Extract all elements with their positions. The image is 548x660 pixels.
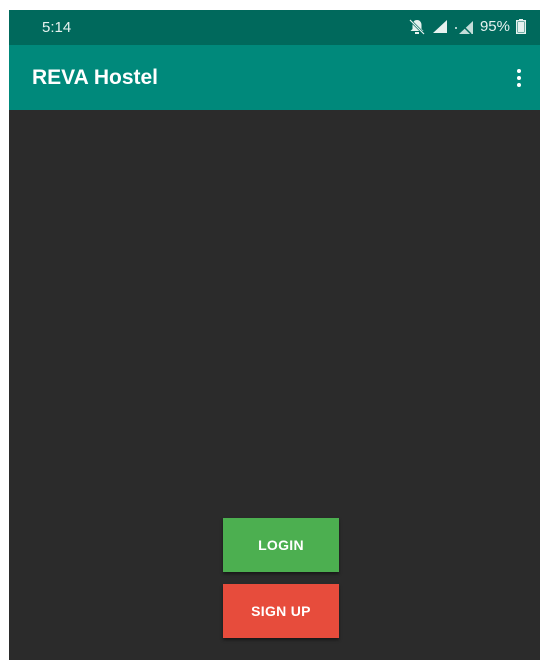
battery-icon bbox=[516, 19, 526, 34]
signal-icon bbox=[432, 19, 448, 34]
login-button[interactable]: LOGIN bbox=[223, 518, 339, 572]
notifications-off-icon bbox=[408, 18, 426, 35]
app-title: REVA Hostel bbox=[32, 66, 159, 89]
status-time: 5:14 bbox=[42, 19, 72, 36]
sign-up-button[interactable]: SIGN UP bbox=[223, 584, 339, 638]
status-icons: 95% bbox=[408, 18, 526, 35]
app-bar: REVA Hostel bbox=[9, 45, 540, 110]
phone-screen: 5:14 95% REVA Hostel LOGIN SIGN UP bbox=[9, 10, 540, 660]
no-data-signal-icon bbox=[454, 19, 474, 35]
status-bar: 5:14 95% bbox=[9, 10, 540, 45]
main-content: LOGIN SIGN UP bbox=[9, 110, 540, 660]
overflow-menu-icon[interactable] bbox=[506, 63, 532, 93]
battery-level: 95% bbox=[479, 18, 510, 35]
